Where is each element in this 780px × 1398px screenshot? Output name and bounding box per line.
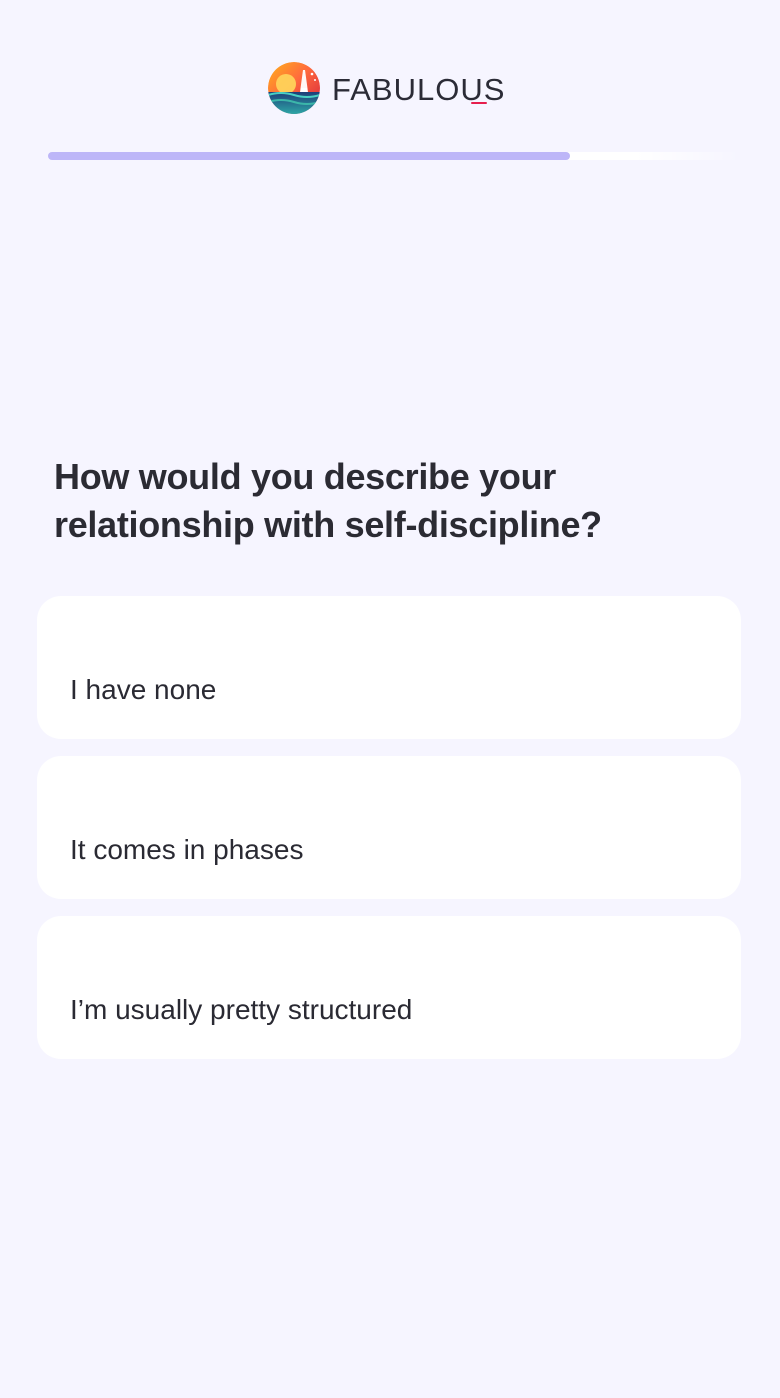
progress-bar xyxy=(48,152,740,160)
logo-text: FABULOUS xyxy=(332,71,506,107)
progress-bar-fill xyxy=(48,152,570,160)
answer-option-label: I’m usually pretty structured xyxy=(70,994,413,1025)
answer-option-label: I have none xyxy=(70,674,217,705)
fabulous-logo-icon xyxy=(268,62,320,114)
question-title: How would you describe your relationship… xyxy=(54,456,602,545)
answer-option-structured[interactable]: I’m usually pretty structured xyxy=(37,916,741,1059)
answer-option-none[interactable]: I have none xyxy=(37,596,741,739)
answer-option-phases[interactable]: It comes in phases xyxy=(37,756,741,899)
logo-accent-underline xyxy=(471,102,487,104)
logo: FABULOUS xyxy=(268,62,505,114)
answer-options: I have none It comes in phases I’m usual… xyxy=(37,596,741,1076)
answer-option-label: It comes in phases xyxy=(70,834,304,865)
header: FABULOUS xyxy=(0,0,780,140)
